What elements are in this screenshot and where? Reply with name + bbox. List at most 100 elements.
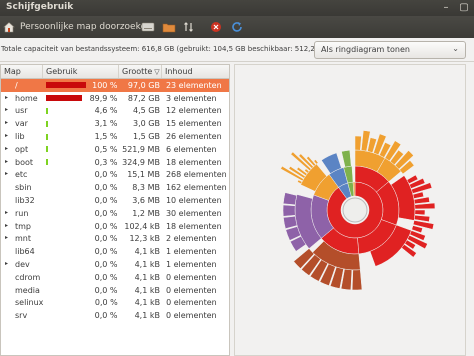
ring-segment[interactable] [414,209,426,216]
row-name: cdrom [1,273,43,282]
column-grootte-label: Grootte [122,67,153,76]
expander-icon[interactable]: ▸ [5,234,8,241]
minimize-icon[interactable]: – [440,2,452,14]
ring-segment[interactable] [282,204,296,217]
row-items: 18 elementen [165,157,222,167]
usage-bar [46,236,85,242]
scan-disk-button[interactable] [141,19,155,35]
scan-remote-button[interactable] [183,19,195,35]
scan-folder-button[interactable] [162,19,176,35]
row-percent: 4,6 % [94,106,118,116]
usage-bar [45,120,85,127]
table-row[interactable]: ▸ mnt 0,0 % 12,3 kB 2 elementen [1,233,229,246]
column-inhoud[interactable]: Inhoud [162,65,229,78]
row-percent: 0,0 % [94,311,118,321]
expander-icon[interactable]: ▸ [5,106,8,113]
usage-bar [46,287,85,293]
row-items: 6 elementen [165,144,217,154]
table-row[interactable]: ▸ run 0,0 % 1,2 MB 30 elementen [1,207,229,220]
expander-icon[interactable]: ▸ [5,94,8,101]
row-percent: 0,0 % [94,170,118,180]
refresh-button[interactable] [231,19,243,35]
expander-icon[interactable]: ▸ [5,132,8,139]
table-row[interactable]: ▸ lib 1,5 % 1,5 GB 26 elementen [1,130,229,143]
table-row[interactable]: / 100 % 97,0 GB 23 elementen [1,79,229,92]
row-name: / [1,81,43,90]
table-row[interactable]: ▸ home 89,9 % 87,2 GB 3 elementen [1,92,229,105]
column-map[interactable]: Map [1,65,43,78]
ring-chart[interactable] [235,65,465,355]
row-percent: 0,0 % [94,234,118,244]
row-name: ▸ opt [1,145,43,154]
row-name: sbin [1,183,43,192]
row-items: 3 elementen [165,93,217,103]
row-name: lib32 [1,196,43,205]
table-row[interactable]: ▸ var 3,1 % 3,0 GB 15 elementen [1,117,229,130]
folder-tree[interactable]: Map Gebruik Grootte ▽ Inhoud / 100 % 97,0 G… [0,64,230,356]
row-size: 4,1 kB [134,311,160,321]
expander-icon[interactable]: ▸ [5,145,8,152]
table-row[interactable]: media 0,0 % 4,1 kB 0 elementen [1,284,229,297]
row-items: 268 elementen [165,170,227,180]
usage-bar [45,95,85,102]
usage-bar [45,82,86,89]
ring-segment[interactable] [283,192,298,206]
refresh-icon [232,22,242,32]
column-grootte[interactable]: Grootte ▽ [119,65,162,78]
expander-icon[interactable]: ▸ [5,119,8,126]
scan-home-button[interactable]: Persoonlijke map doorzoeken [3,19,152,35]
expander-icon[interactable]: ▸ [5,209,8,216]
table-row[interactable]: ▸ boot 0,3 % 324,9 MB 18 elementen [1,156,229,169]
usage-bar [46,210,85,216]
ring-segment[interactable] [414,202,436,210]
stop-button[interactable] [210,19,222,35]
table-row[interactable]: srv 0,0 % 4,1 kB 0 elementen [1,309,229,322]
table-row[interactable]: cdrom 0,0 % 4,1 kB 0 elementen [1,271,229,284]
row-name-label: dev [15,260,30,270]
row-items: 0 elementen [165,272,217,282]
row-percent: 0,0 % [94,196,118,206]
row-items: 0 elementen [165,285,217,295]
row-name-label: sbin [15,183,32,193]
row-size: 15,1 MB [127,170,160,180]
table-row[interactable]: ▸ etc 0,0 % 15,1 MB 268 elementen [1,169,229,182]
row-name: selinux [1,298,43,307]
home-icon [3,22,15,33]
ring-center[interactable] [342,197,368,223]
row-size: 4,1 kB [134,285,160,295]
table-row[interactable]: sbin 0,0 % 8,3 MB 162 elementen [1,181,229,194]
table-row[interactable]: lib32 0,0 % 3,6 MB 10 elementen [1,194,229,207]
row-name-label: media [15,285,40,295]
row-items: 12 elementen [165,106,222,116]
ring-segment[interactable] [354,135,362,151]
usage-bar [46,172,85,178]
table-row[interactable]: ▸ tmp 0,0 % 102,4 kB 18 elementen [1,220,229,233]
expander-icon[interactable]: ▸ [5,222,8,229]
row-name: ▸ home [1,94,43,103]
row-percent: 0,0 % [94,247,118,257]
ring-segment[interactable] [341,149,352,168]
window-title: Schijfgebruik [6,2,74,12]
usage-bar [46,249,85,255]
row-percent: 0,5 % [94,144,118,154]
row-size: 3,6 MB [132,196,160,206]
view-selector-value: Als ringdiagram tonen [321,45,410,54]
view-selector[interactable]: Als ringdiagram tonen ⌄ [314,41,466,59]
table-row[interactable]: ▸ opt 0,5 % 521,9 MB 6 elementen [1,143,229,156]
expander-icon[interactable]: ▸ [5,170,8,177]
maximize-icon[interactable]: ▢ [458,2,470,14]
table-row[interactable]: ▸ usr 4,6 % 4,5 GB 12 elementen [1,105,229,118]
table-row[interactable]: ▸ dev 0,0 % 4,1 kB 1 elementen [1,258,229,271]
ring-segment[interactable] [283,215,298,229]
row-percent: 100 % [92,80,118,90]
row-name-label: run [15,208,29,218]
table-row[interactable]: selinux 0,0 % 4,1 kB 0 elementen [1,297,229,310]
table-row[interactable]: lib64 0,0 % 4,1 kB 1 elementen [1,245,229,258]
row-name-label: home [15,93,38,103]
expander-icon[interactable]: ▸ [5,158,8,165]
capacity-text: Totale capaciteit van bestandssysteem: 6… [1,45,333,53]
usage-bar [46,274,85,280]
ring-segment[interactable] [351,269,363,291]
expander-icon[interactable]: ▸ [5,260,8,267]
column-gebruik[interactable]: Gebruik [43,65,119,78]
